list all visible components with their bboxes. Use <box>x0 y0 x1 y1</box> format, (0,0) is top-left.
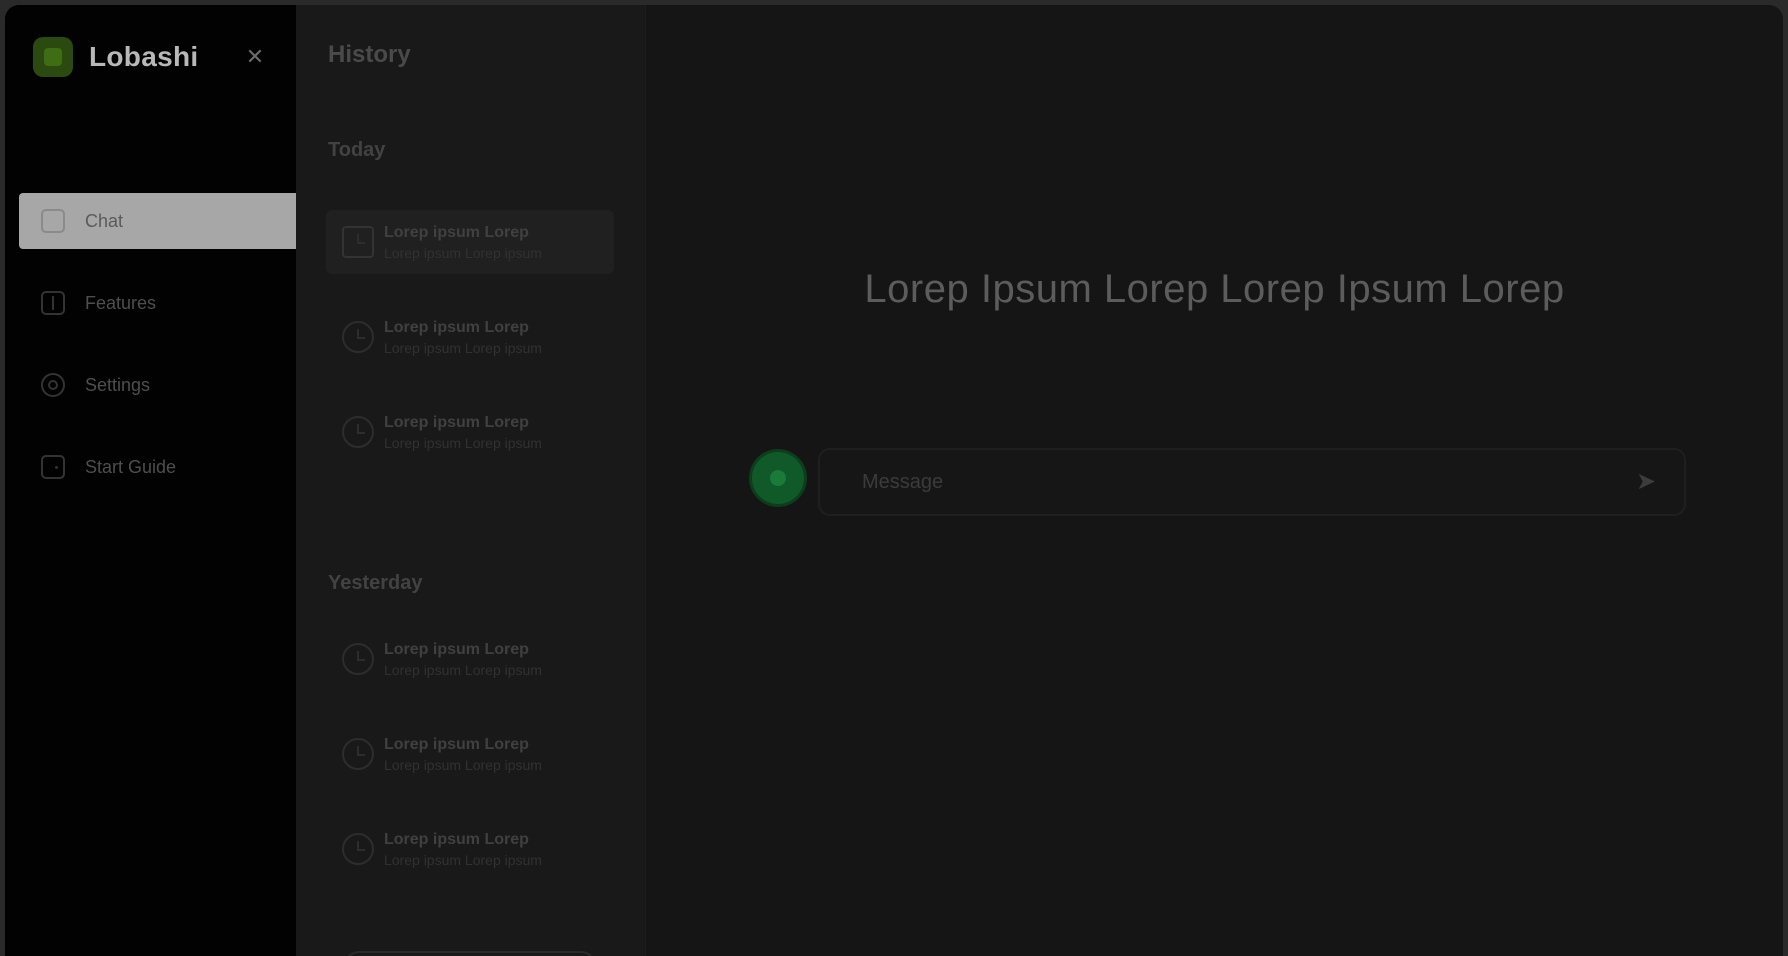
sidebar-item-label: Start Guide <box>85 456 177 477</box>
grid-icon <box>41 291 65 315</box>
clock-icon <box>342 833 374 865</box>
close-icon[interactable]: ✕ <box>243 45 267 69</box>
clock-icon <box>342 321 374 353</box>
history-item[interactable]: Lorep ipsum Lorep Lorep ipsum Lorep ipsu… <box>326 722 614 786</box>
group-label-yesterday: Yesterday <box>328 572 423 594</box>
history-item[interactable]: Lorep ipsum Lorep Lorep ipsum Lorep ipsu… <box>326 210 614 274</box>
avatar <box>752 452 804 504</box>
history-item-subtitle: Lorep ipsum Lorep ipsum <box>384 340 542 356</box>
gear-icon <box>41 373 65 397</box>
send-icon[interactable]: ➤ <box>1628 464 1664 500</box>
history-item[interactable]: Lorep ipsum Lorep Lorep ipsum Lorep ipsu… <box>326 305 614 369</box>
message-composer: ➤ <box>818 448 1686 516</box>
group-label-today: Today <box>328 139 386 161</box>
chat-bubble-icon <box>342 226 374 258</box>
page-title: Lorep Ipsum Lorep Lorep Ipsum Lorep <box>864 267 1565 311</box>
history-item[interactable]: Lorep ipsum Lorep Lorep ipsum Lorep ipsu… <box>326 817 614 881</box>
sidebar-item-start-guide[interactable]: Start Guide <box>19 439 301 495</box>
app-name: Lobashi <box>89 41 199 72</box>
history-item-subtitle: Lorep ipsum Lorep ipsum <box>384 852 542 868</box>
door-icon <box>41 455 65 479</box>
clock-icon <box>342 643 374 675</box>
history-item-title: Lorep ipsum Lorep <box>384 736 529 753</box>
history-item-title: Lorep ipsum Lorep <box>384 831 529 848</box>
sidebar-item-label: Features <box>85 292 157 313</box>
history-item-title: Lorep ipsum Lorep <box>384 224 529 241</box>
sidebar-item-features[interactable]: Features <box>19 275 301 331</box>
history-panel: History Today Lorep ipsum Lorep Lorep ip… <box>296 5 646 956</box>
chat-icon <box>41 209 65 233</box>
sidebar-item-label: Settings <box>85 374 151 395</box>
brand: Lobashi <box>33 37 198 77</box>
message-input[interactable] <box>820 450 1628 514</box>
sidebar-item-chat[interactable]: Chat <box>19 193 301 249</box>
clock-icon <box>342 738 374 770</box>
history-item-title: Lorep ipsum Lorep <box>384 319 529 336</box>
main-content: Lorep Ipsum Lorep Lorep Ipsum Lorep ➤ <box>646 5 1783 956</box>
history-title: History <box>328 41 411 68</box>
history-item-subtitle: Lorep ipsum Lorep ipsum <box>384 662 542 678</box>
nav-list: Chat Features Settings Start Guide <box>19 193 301 521</box>
history-item-subtitle: Lorep ipsum Lorep ipsum <box>384 435 542 451</box>
history-item-subtitle: Lorep ipsum Lorep ipsum <box>384 245 542 261</box>
history-item[interactable]: Lorep ipsum Lorep Lorep ipsum Lorep ipsu… <box>326 627 614 691</box>
logo-icon <box>33 37 73 77</box>
history-item-title: Lorep ipsum Lorep <box>384 641 529 658</box>
history-footer-button[interactable] <box>344 951 596 956</box>
sidebar-item-label: Chat <box>85 210 124 231</box>
history-item-subtitle: Lorep ipsum Lorep ipsum <box>384 757 542 773</box>
history-item-title: Lorep ipsum Lorep <box>384 414 529 431</box>
clock-icon <box>342 416 374 448</box>
history-item[interactable]: Lorep ipsum Lorep Lorep ipsum Lorep ipsu… <box>326 400 614 464</box>
app-window: Lobashi ✕ Chat Features Settings Start G… <box>5 5 1783 956</box>
sidebar-nav: Lobashi ✕ Chat Features Settings Start G… <box>5 5 301 956</box>
sidebar-item-settings[interactable]: Settings <box>19 357 301 413</box>
